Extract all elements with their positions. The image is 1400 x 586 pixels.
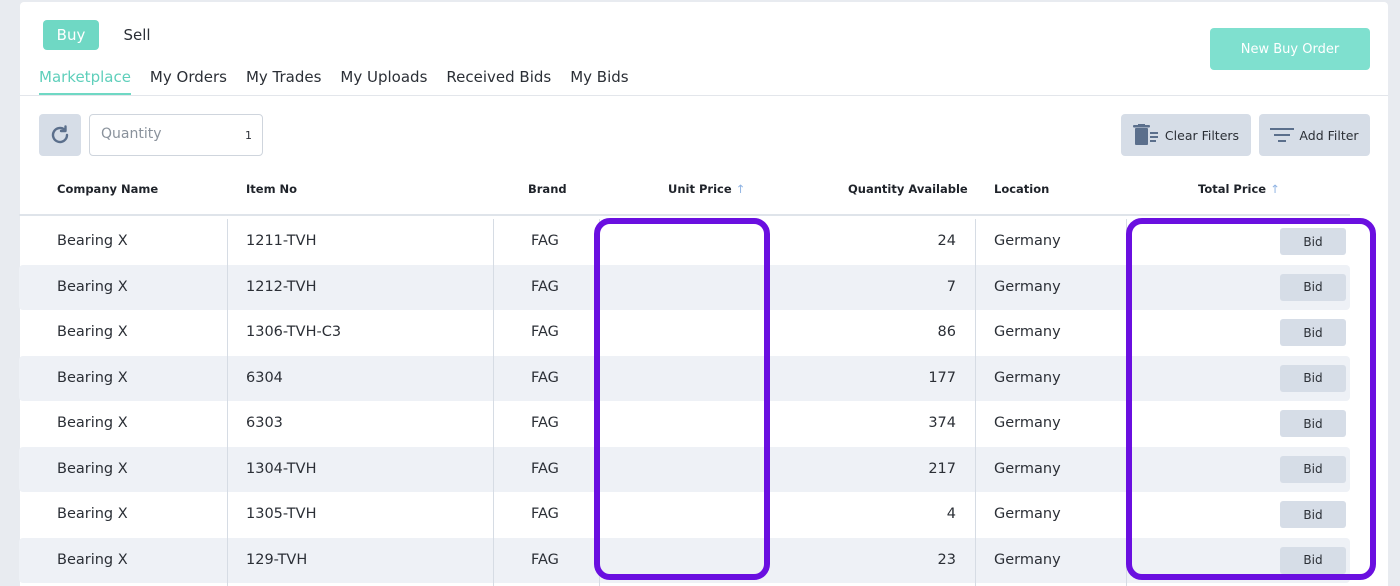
- cell-location: Germany: [994, 324, 1061, 340]
- refresh-button[interactable]: [39, 114, 81, 156]
- table-header: Company Name Item No Brand Unit Price ↑ Q…: [19, 170, 1350, 216]
- header-item-no[interactable]: Item No: [246, 182, 297, 196]
- cell-location: Germany: [994, 369, 1061, 386]
- tab-my-uploads[interactable]: My Uploads: [340, 66, 427, 96]
- sort-up-icon: ↑: [1270, 182, 1280, 196]
- header-location[interactable]: Location: [994, 182, 1049, 196]
- cell-company: Bearing X: [57, 233, 128, 249]
- cell-item-no: 1211-TVH: [246, 233, 317, 249]
- cell-location: Germany: [994, 460, 1061, 477]
- cell-quantity: 217: [928, 460, 956, 477]
- cell-company: Bearing X: [57, 369, 128, 386]
- tab-my-trades[interactable]: My Trades: [246, 66, 321, 96]
- cell-item-no: 1305-TVH: [246, 506, 317, 522]
- header-total-price[interactable]: Total Price ↑: [1198, 182, 1280, 196]
- column-divider: [975, 219, 976, 586]
- cell-brand: FAG: [531, 369, 559, 386]
- cell-brand: FAG: [531, 506, 559, 522]
- cell-brand: FAG: [531, 324, 559, 340]
- header-unit-price-label: Unit Price: [668, 182, 732, 196]
- cell-location: Germany: [994, 506, 1061, 522]
- cell-item-no: 6303: [246, 415, 283, 431]
- buy-toggle[interactable]: Buy: [43, 20, 99, 50]
- cell-location: Germany: [994, 233, 1061, 249]
- cell-quantity: 7: [946, 278, 956, 295]
- header-unit-price[interactable]: Unit Price ↑: [668, 182, 745, 196]
- cell-location: Germany: [994, 415, 1061, 431]
- cell-brand: FAG: [531, 278, 559, 295]
- cell-brand: FAG: [531, 233, 559, 249]
- header-total-price-label: Total Price: [1198, 182, 1267, 196]
- quantity-label: Quantity: [101, 126, 162, 142]
- cell-location: Germany: [994, 278, 1061, 295]
- filter-icon: [1270, 128, 1295, 142]
- cell-location: Germany: [994, 551, 1061, 568]
- clear-filters-button[interactable]: Clear Filters: [1121, 114, 1251, 156]
- cell-quantity: 23: [937, 551, 956, 568]
- sort-up-icon: ↑: [735, 182, 746, 196]
- cell-company: Bearing X: [57, 506, 128, 522]
- add-filter-label: Add Filter: [1299, 127, 1359, 143]
- total-price-highlight: [1126, 218, 1376, 580]
- cell-brand: FAG: [531, 460, 559, 477]
- cell-item-no: 1212-TVH: [246, 278, 317, 295]
- header-brand[interactable]: Brand: [528, 182, 567, 196]
- cell-company: Bearing X: [57, 415, 128, 431]
- quantity-input[interactable]: Quantity 1: [89, 114, 263, 156]
- column-divider: [493, 219, 494, 586]
- cell-company: Bearing X: [57, 278, 128, 295]
- cell-item-no: 1304-TVH: [246, 460, 317, 477]
- quantity-value: 1: [245, 129, 252, 142]
- cell-quantity: 374: [928, 415, 956, 431]
- tab-received-bids[interactable]: Received Bids: [446, 66, 551, 96]
- tab-marketplace[interactable]: Marketplace: [39, 66, 131, 96]
- cell-item-no: 129-TVH: [246, 551, 308, 568]
- cell-company: Bearing X: [57, 324, 128, 340]
- cell-item-no: 6304: [246, 369, 283, 386]
- cell-brand: FAG: [531, 551, 559, 568]
- cell-brand: FAG: [531, 415, 559, 431]
- tab-bar: Marketplace My Orders My Trades My Uploa…: [39, 66, 648, 96]
- sell-toggle[interactable]: Sell: [112, 20, 162, 50]
- cell-quantity: 4: [946, 506, 956, 522]
- cell-quantity: 86: [937, 324, 956, 340]
- refresh-icon: [51, 125, 69, 144]
- add-filter-button[interactable]: Add Filter: [1259, 114, 1370, 156]
- tab-my-bids[interactable]: My Bids: [570, 66, 628, 96]
- cell-quantity: 177: [928, 369, 956, 386]
- trash-filter-icon: [1132, 124, 1158, 145]
- clear-filters-label: Clear Filters: [1164, 127, 1240, 143]
- cell-item-no: 1306-TVH-C3: [246, 324, 342, 340]
- cell-company: Bearing X: [57, 460, 128, 477]
- cell-company: Bearing X: [57, 551, 128, 568]
- tabs-divider: [20, 95, 1388, 96]
- new-buy-order-button[interactable]: New Buy Order: [1210, 28, 1370, 70]
- tab-my-orders[interactable]: My Orders: [150, 66, 227, 96]
- header-company-name[interactable]: Company Name: [57, 182, 158, 196]
- cell-quantity: 24: [937, 233, 956, 249]
- unit-price-highlight: [594, 218, 770, 580]
- column-divider: [227, 219, 228, 586]
- header-quantity-available[interactable]: Quantity Available: [848, 182, 968, 196]
